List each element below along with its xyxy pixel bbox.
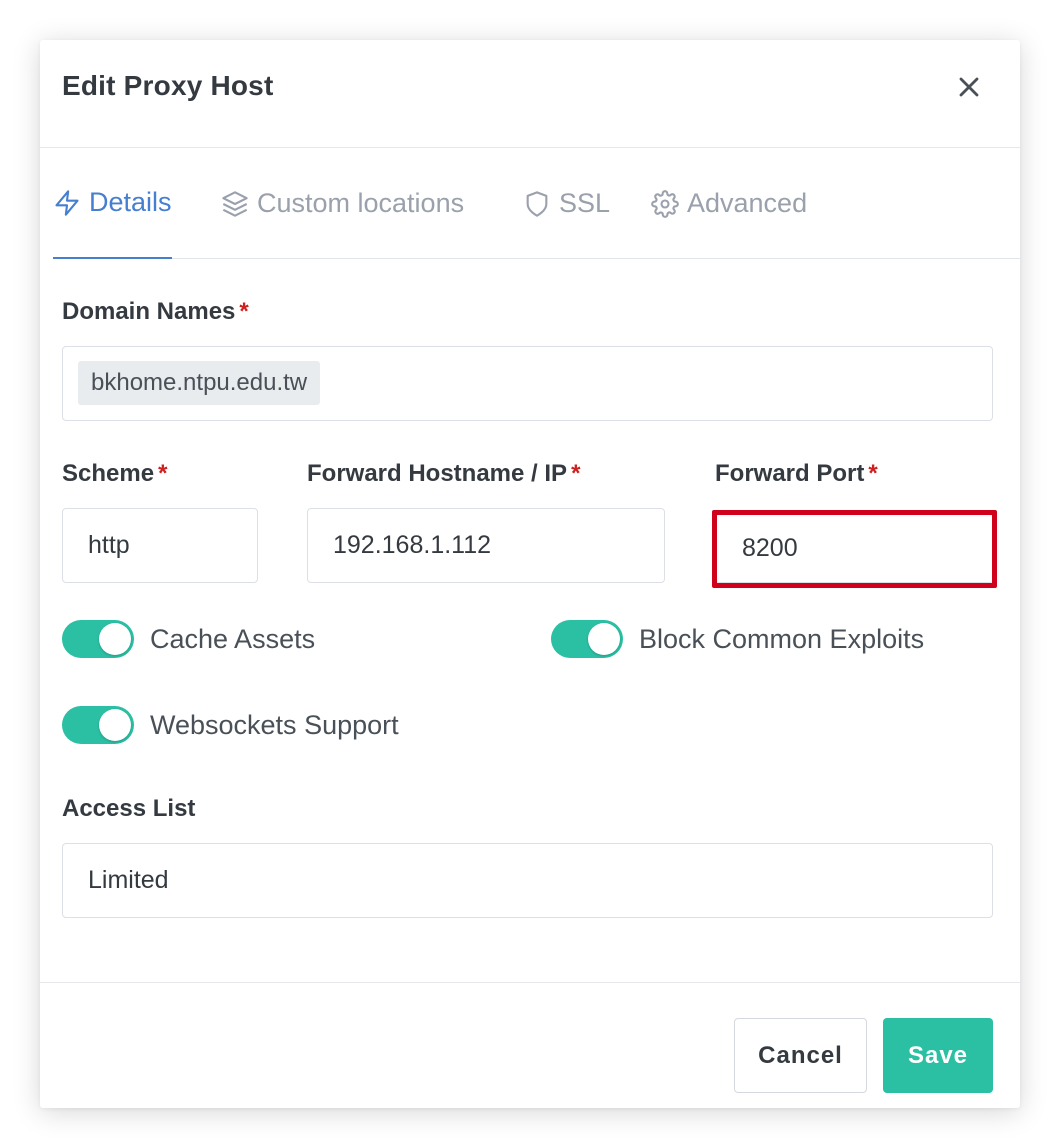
required-mark: * (158, 460, 168, 487)
domain-names-input[interactable]: bkhome.ntpu.edu.tw (62, 346, 993, 421)
forward-port-value: 8200 (742, 534, 798, 562)
toggle-block-common-exploits[interactable]: Block Common Exploits (551, 620, 924, 658)
tab-custom-locations[interactable]: Custom locations (221, 148, 464, 259)
scheme-select[interactable]: http (62, 508, 258, 583)
layers-icon (222, 190, 248, 217)
label-text: Forward Hostname / IP (307, 460, 568, 487)
save-button[interactable]: Save (883, 1018, 993, 1093)
domain-names-label: Domain Names * (62, 298, 249, 326)
tab-bar: Details Custom locations SSL Advanced (53, 148, 1020, 259)
forward-hostname-input[interactable]: 192.168.1.112 (307, 508, 665, 583)
shield-icon (526, 190, 548, 217)
toggle-websockets-support[interactable]: Websockets Support (62, 706, 399, 744)
access-list-value: Limited (88, 866, 169, 894)
tab-details[interactable]: Details (53, 148, 172, 259)
cancel-button[interactable]: Cancel (734, 1018, 867, 1093)
switch[interactable] (551, 620, 623, 658)
toggle-label: Cache Assets (150, 623, 316, 654)
toggle-label: Block Common Exploits (639, 623, 925, 654)
tab-label: Details (89, 187, 172, 217)
switch[interactable] (62, 620, 134, 658)
forward-port-label: Forward Port * (715, 460, 878, 488)
switch[interactable] (62, 706, 134, 744)
switch-knob (99, 623, 131, 655)
required-mark: * (868, 460, 878, 487)
tab-ssl[interactable]: SSL (523, 148, 610, 259)
tab-advanced[interactable]: Advanced (651, 148, 807, 259)
label-text: Forward Port (715, 460, 865, 487)
gear-icon (651, 189, 679, 218)
forward-hostname-label: Forward Hostname / IP * (307, 460, 580, 488)
tab-label: SSL (559, 188, 611, 218)
label-text: Access List (62, 795, 196, 822)
scheme-value: http (88, 531, 130, 559)
tab-label: Advanced (687, 188, 808, 218)
domain-chip[interactable]: bkhome.ntpu.edu.tw (78, 361, 321, 405)
label-text: Scheme (62, 460, 155, 487)
forward-port-input[interactable]: 8200 (715, 514, 994, 583)
required-mark: * (239, 298, 249, 325)
toggle-cache-assets[interactable]: Cache Assets (62, 620, 315, 658)
label-text: Domain Names (62, 298, 236, 325)
scheme-label: Scheme * (62, 460, 167, 488)
access-list-select[interactable]: Limited (62, 843, 993, 918)
edit-proxy-host-modal: Edit Proxy Host Details Custom locations (40, 40, 1020, 1108)
modal-footer: Cancel Save (40, 982, 1020, 1108)
modal-title: Edit Proxy Host (62, 70, 274, 101)
forward-hostname-value: 192.168.1.112 (333, 531, 492, 559)
required-mark: * (571, 460, 581, 487)
switch-knob (99, 709, 131, 741)
close-icon (959, 77, 979, 97)
toggle-label: Websockets Support (150, 709, 399, 740)
close-button[interactable] (952, 70, 986, 104)
switch-knob (588, 623, 620, 655)
access-list-label: Access List (62, 795, 195, 823)
modal-header: Edit Proxy Host (40, 40, 1020, 148)
tab-label: Custom locations (257, 188, 465, 218)
bolt-icon (55, 189, 79, 216)
